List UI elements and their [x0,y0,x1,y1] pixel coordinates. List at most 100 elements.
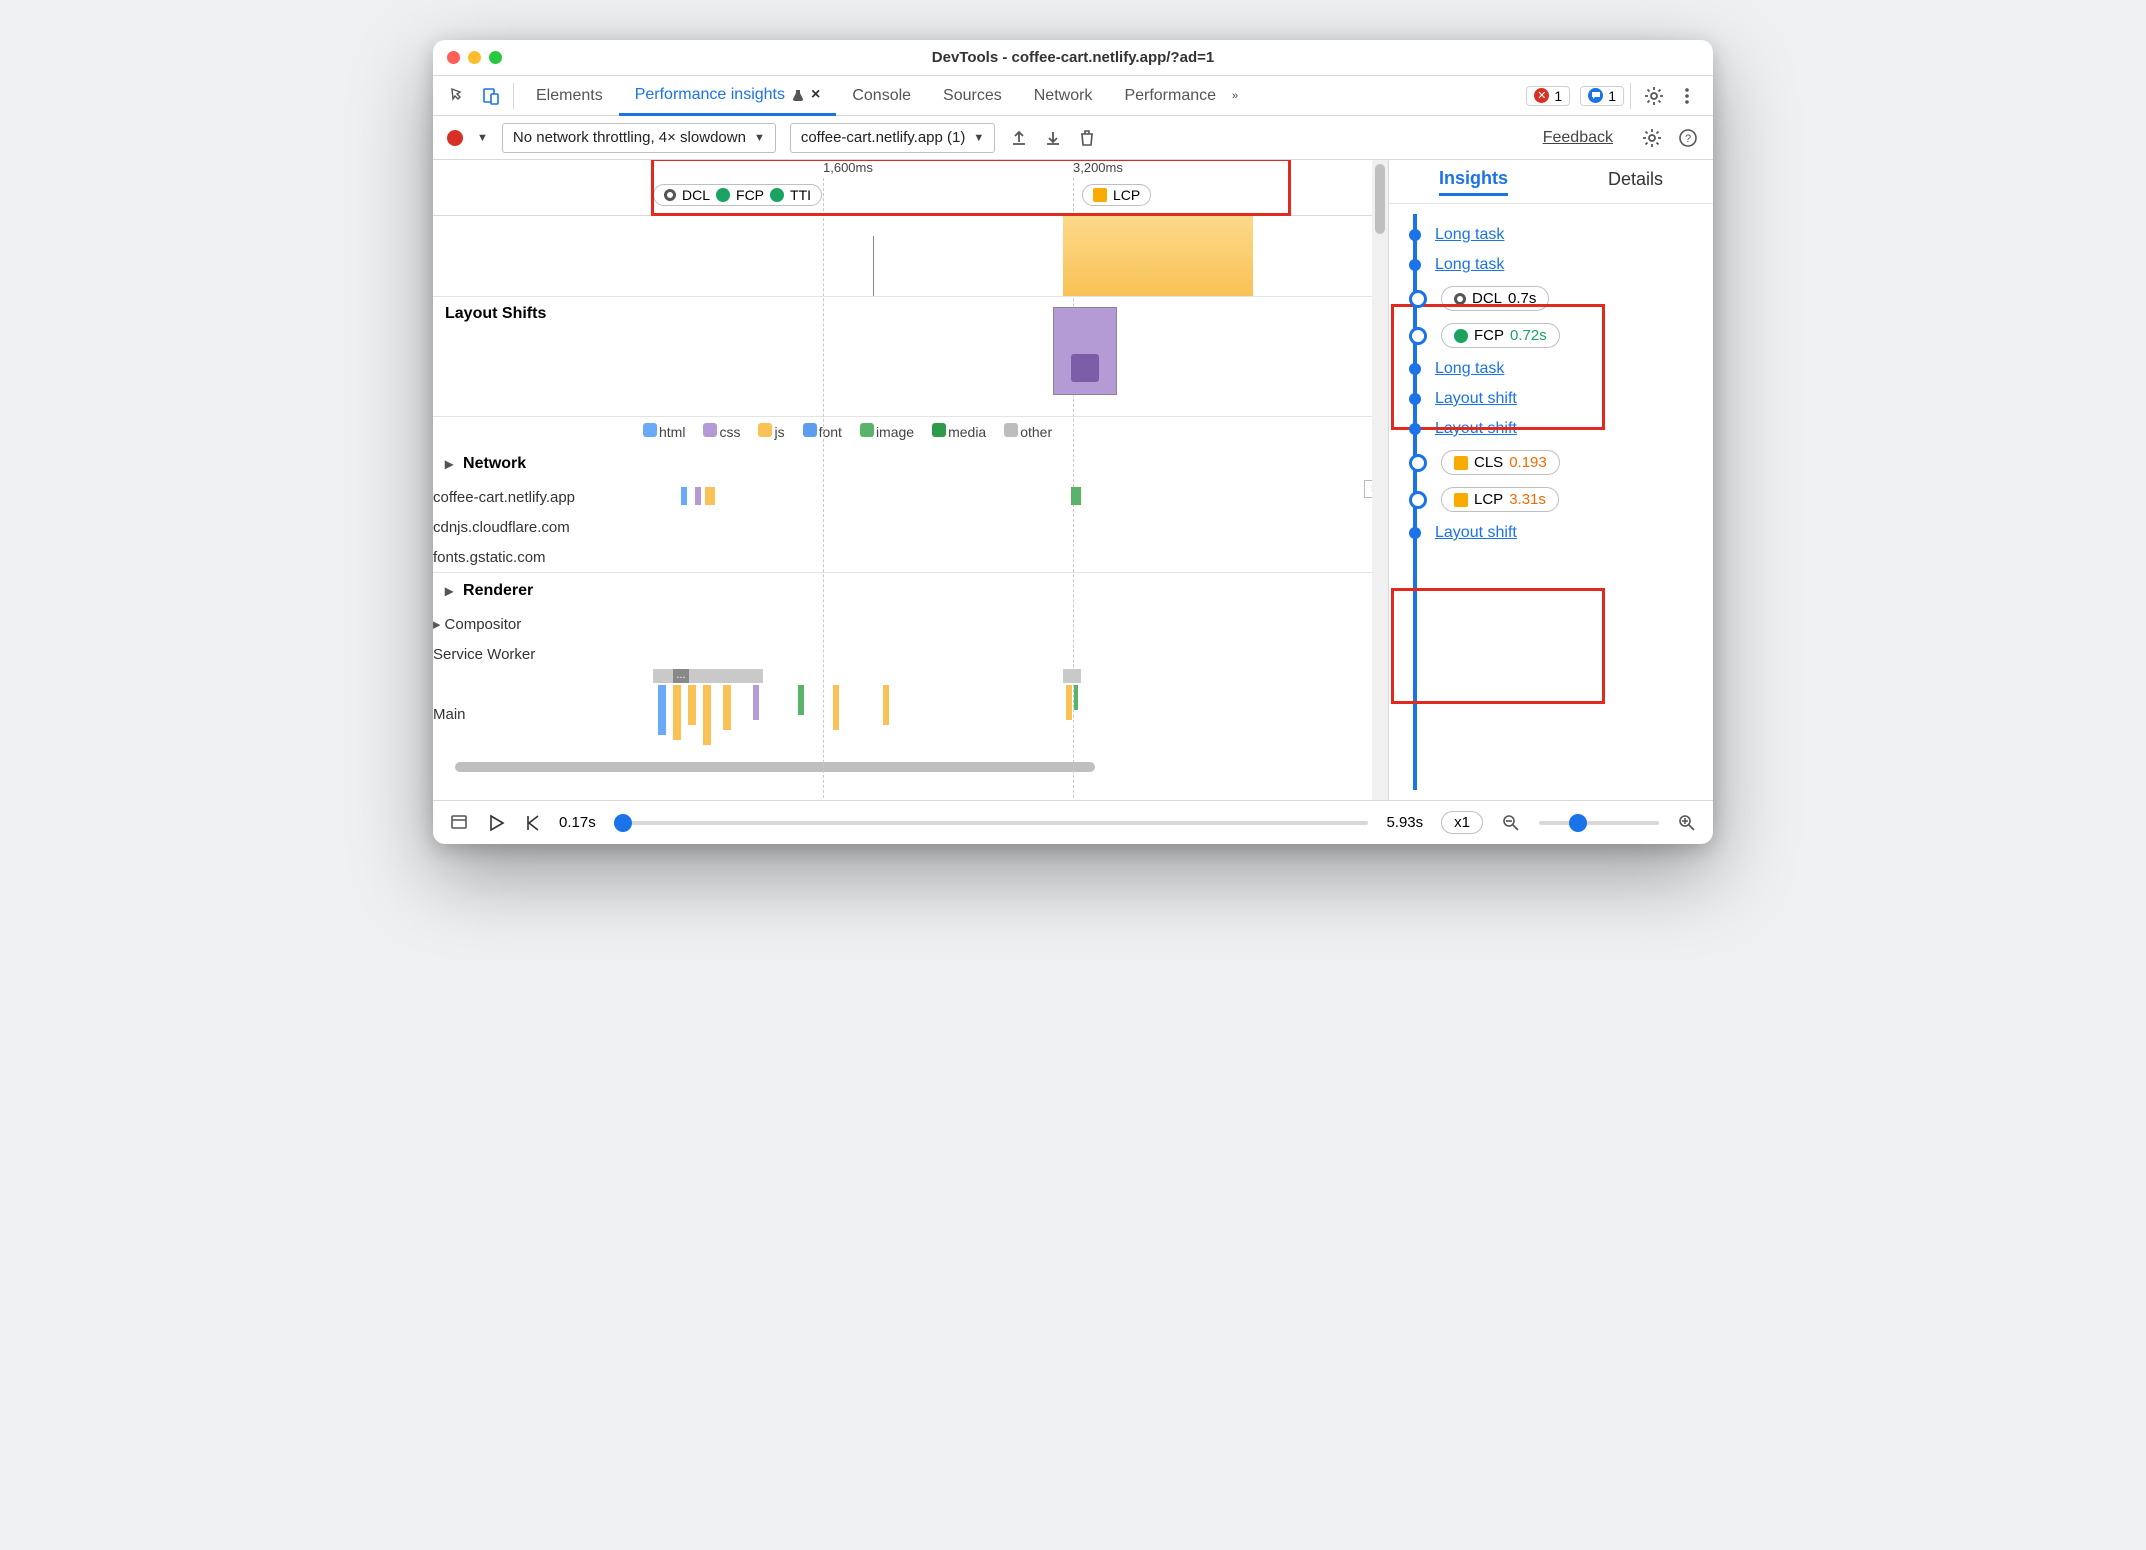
insight-pill[interactable]: CLS 0.193 [1441,450,1560,475]
timeline-node [1409,393,1421,405]
play-icon[interactable] [487,814,505,832]
horizontal-scrollbar[interactable] [433,759,1372,775]
time-end: 5.93s [1386,814,1423,831]
expand-side-icon[interactable]: › [1364,480,1372,498]
insight-pill[interactable]: DCL 0.7s [1441,286,1549,311]
side-tab-details[interactable]: Details [1608,169,1663,194]
insight-event: DCL 0.7s [1409,286,1695,311]
timeline-node [1409,423,1421,435]
gear-icon[interactable] [1637,81,1671,111]
time-start: 0.17s [559,814,596,831]
insight-event: Layout shift [1409,524,1695,542]
section-network[interactable]: Network [433,446,1372,482]
timeline-node [1409,363,1421,375]
timeline-node [1409,527,1421,539]
record-options-icon[interactable]: ▼ [477,132,488,144]
insight-event: FCP 0.72s [1409,323,1695,348]
legend-item: css [703,423,740,440]
time-ruler: 1,600ms 3,200ms DCL FCP TTI LCP [433,160,1372,216]
insight-link[interactable]: Layout shift [1435,524,1517,542]
insight-pill[interactable]: FCP 0.72s [1441,323,1560,348]
error-badge[interactable]: ✕ 1 [1526,86,1570,106]
window-title: DevTools - coffee-cart.netlify.app/?ad=1 [433,49,1713,66]
marker-lcp[interactable]: LCP [1082,184,1151,206]
insights-toolbar: ▼ No network throttling, 4× slowdown▼ co… [433,116,1713,160]
toggle-console-icon[interactable] [449,813,469,833]
device-toggle-icon[interactable] [475,82,507,110]
side-tab-insights[interactable]: Insights [1439,168,1508,196]
zoom-out-icon[interactable] [1501,813,1521,833]
insight-link[interactable]: Layout shift [1435,420,1517,438]
insight-link[interactable]: Long task [1435,256,1504,274]
skip-back-icon[interactable] [523,814,541,832]
network-row-0: coffee-cart.netlify.app [433,482,1372,512]
timeline-node [1409,454,1427,472]
legend-item: other [1004,423,1052,440]
download-icon[interactable] [1043,128,1063,148]
network-legend: htmlcssjsfontimagemediaother [433,417,1372,446]
kebab-icon[interactable] [1671,82,1703,110]
zoom-slider[interactable] [1539,821,1659,825]
legend-item: js [758,423,784,440]
legend-item: html [643,423,685,440]
insight-event: Long task [1409,256,1695,274]
flask-icon [791,88,805,102]
tti-marker-icon [770,188,784,202]
tab-performance-insights[interactable]: Performance insights × [619,76,837,116]
tab-console[interactable]: Console [836,76,927,116]
insight-event: CLS 0.193 [1409,450,1695,475]
legend-item: image [860,423,914,440]
tab-network[interactable]: Network [1018,76,1109,116]
devtools-window: DevTools - coffee-cart.netlify.app/?ad=1… [433,40,1713,844]
main-thread-lane[interactable]: ... [633,669,1372,759]
record-button[interactable] [447,130,463,146]
fcp-icon [1454,329,1468,343]
section-layout-shifts: Layout Shifts [433,297,1372,331]
zoom-in-icon[interactable] [1677,813,1697,833]
insight-link[interactable]: Layout shift [1435,390,1517,408]
insight-event: LCP 3.31s [1409,487,1695,512]
insights-timeline: Long task Long task DCL 0.7s FCP 0.72s Lo… [1389,204,1713,800]
side-tabs: Insights Details [1389,160,1713,204]
insight-pill[interactable]: LCP 3.31s [1441,487,1559,512]
lcp-marker-icon [1093,188,1107,202]
section-renderer[interactable]: Renderer [433,573,1372,609]
trash-icon[interactable] [1077,128,1097,148]
more-tabs-icon[interactable]: » [1232,90,1238,102]
svg-text:?: ? [1685,133,1691,145]
row-service-worker: Service Worker [433,646,633,663]
timeline-node [1409,327,1427,345]
tab-elements[interactable]: Elements [520,76,619,116]
usage-graph [433,216,1372,296]
timeline-area[interactable]: 1,600ms 3,200ms DCL FCP TTI LCP [433,160,1372,800]
content-area: 1,600ms 3,200ms DCL FCP TTI LCP [433,160,1713,800]
timeline-node [1409,259,1421,271]
feedback-link[interactable]: Feedback [1543,129,1613,147]
panel-gear-icon[interactable] [1641,127,1663,149]
insight-link[interactable]: Long task [1435,226,1504,244]
tab-sources[interactable]: Sources [927,76,1018,116]
inspect-icon[interactable] [443,82,475,110]
throttle-select[interactable]: No network throttling, 4× slowdown▼ [502,123,776,153]
dcl-marker-icon [664,189,676,201]
close-tab-icon[interactable]: × [811,86,820,104]
marker-group-primary[interactable]: DCL FCP TTI [653,184,822,206]
vertical-scrollbar[interactable] [1372,160,1388,800]
tick-3200: 3,200ms [1073,160,1123,175]
insight-link[interactable]: Long task [1435,360,1504,378]
target-select[interactable]: coffee-cart.netlify.app (1)▼ [790,123,995,153]
tabbar: Elements Performance insights × Console … [433,76,1713,116]
network-row-2: fonts.gstatic.com [433,542,1372,572]
fcp-marker-icon [716,188,730,202]
legend-item: media [932,423,986,440]
playback-slider[interactable] [614,821,1369,825]
message-badge[interactable]: 1 [1580,86,1624,106]
help-icon[interactable]: ? [1677,127,1699,149]
row-compositor[interactable]: Compositor [433,615,633,633]
lcp-icon [1454,493,1468,507]
upload-icon[interactable] [1009,128,1029,148]
layout-shift-thumbnail[interactable] [1053,307,1117,395]
tick-1600: 1,600ms [823,160,873,175]
tab-performance[interactable]: Performance [1108,76,1232,116]
zoom-level[interactable]: x1 [1441,811,1483,834]
